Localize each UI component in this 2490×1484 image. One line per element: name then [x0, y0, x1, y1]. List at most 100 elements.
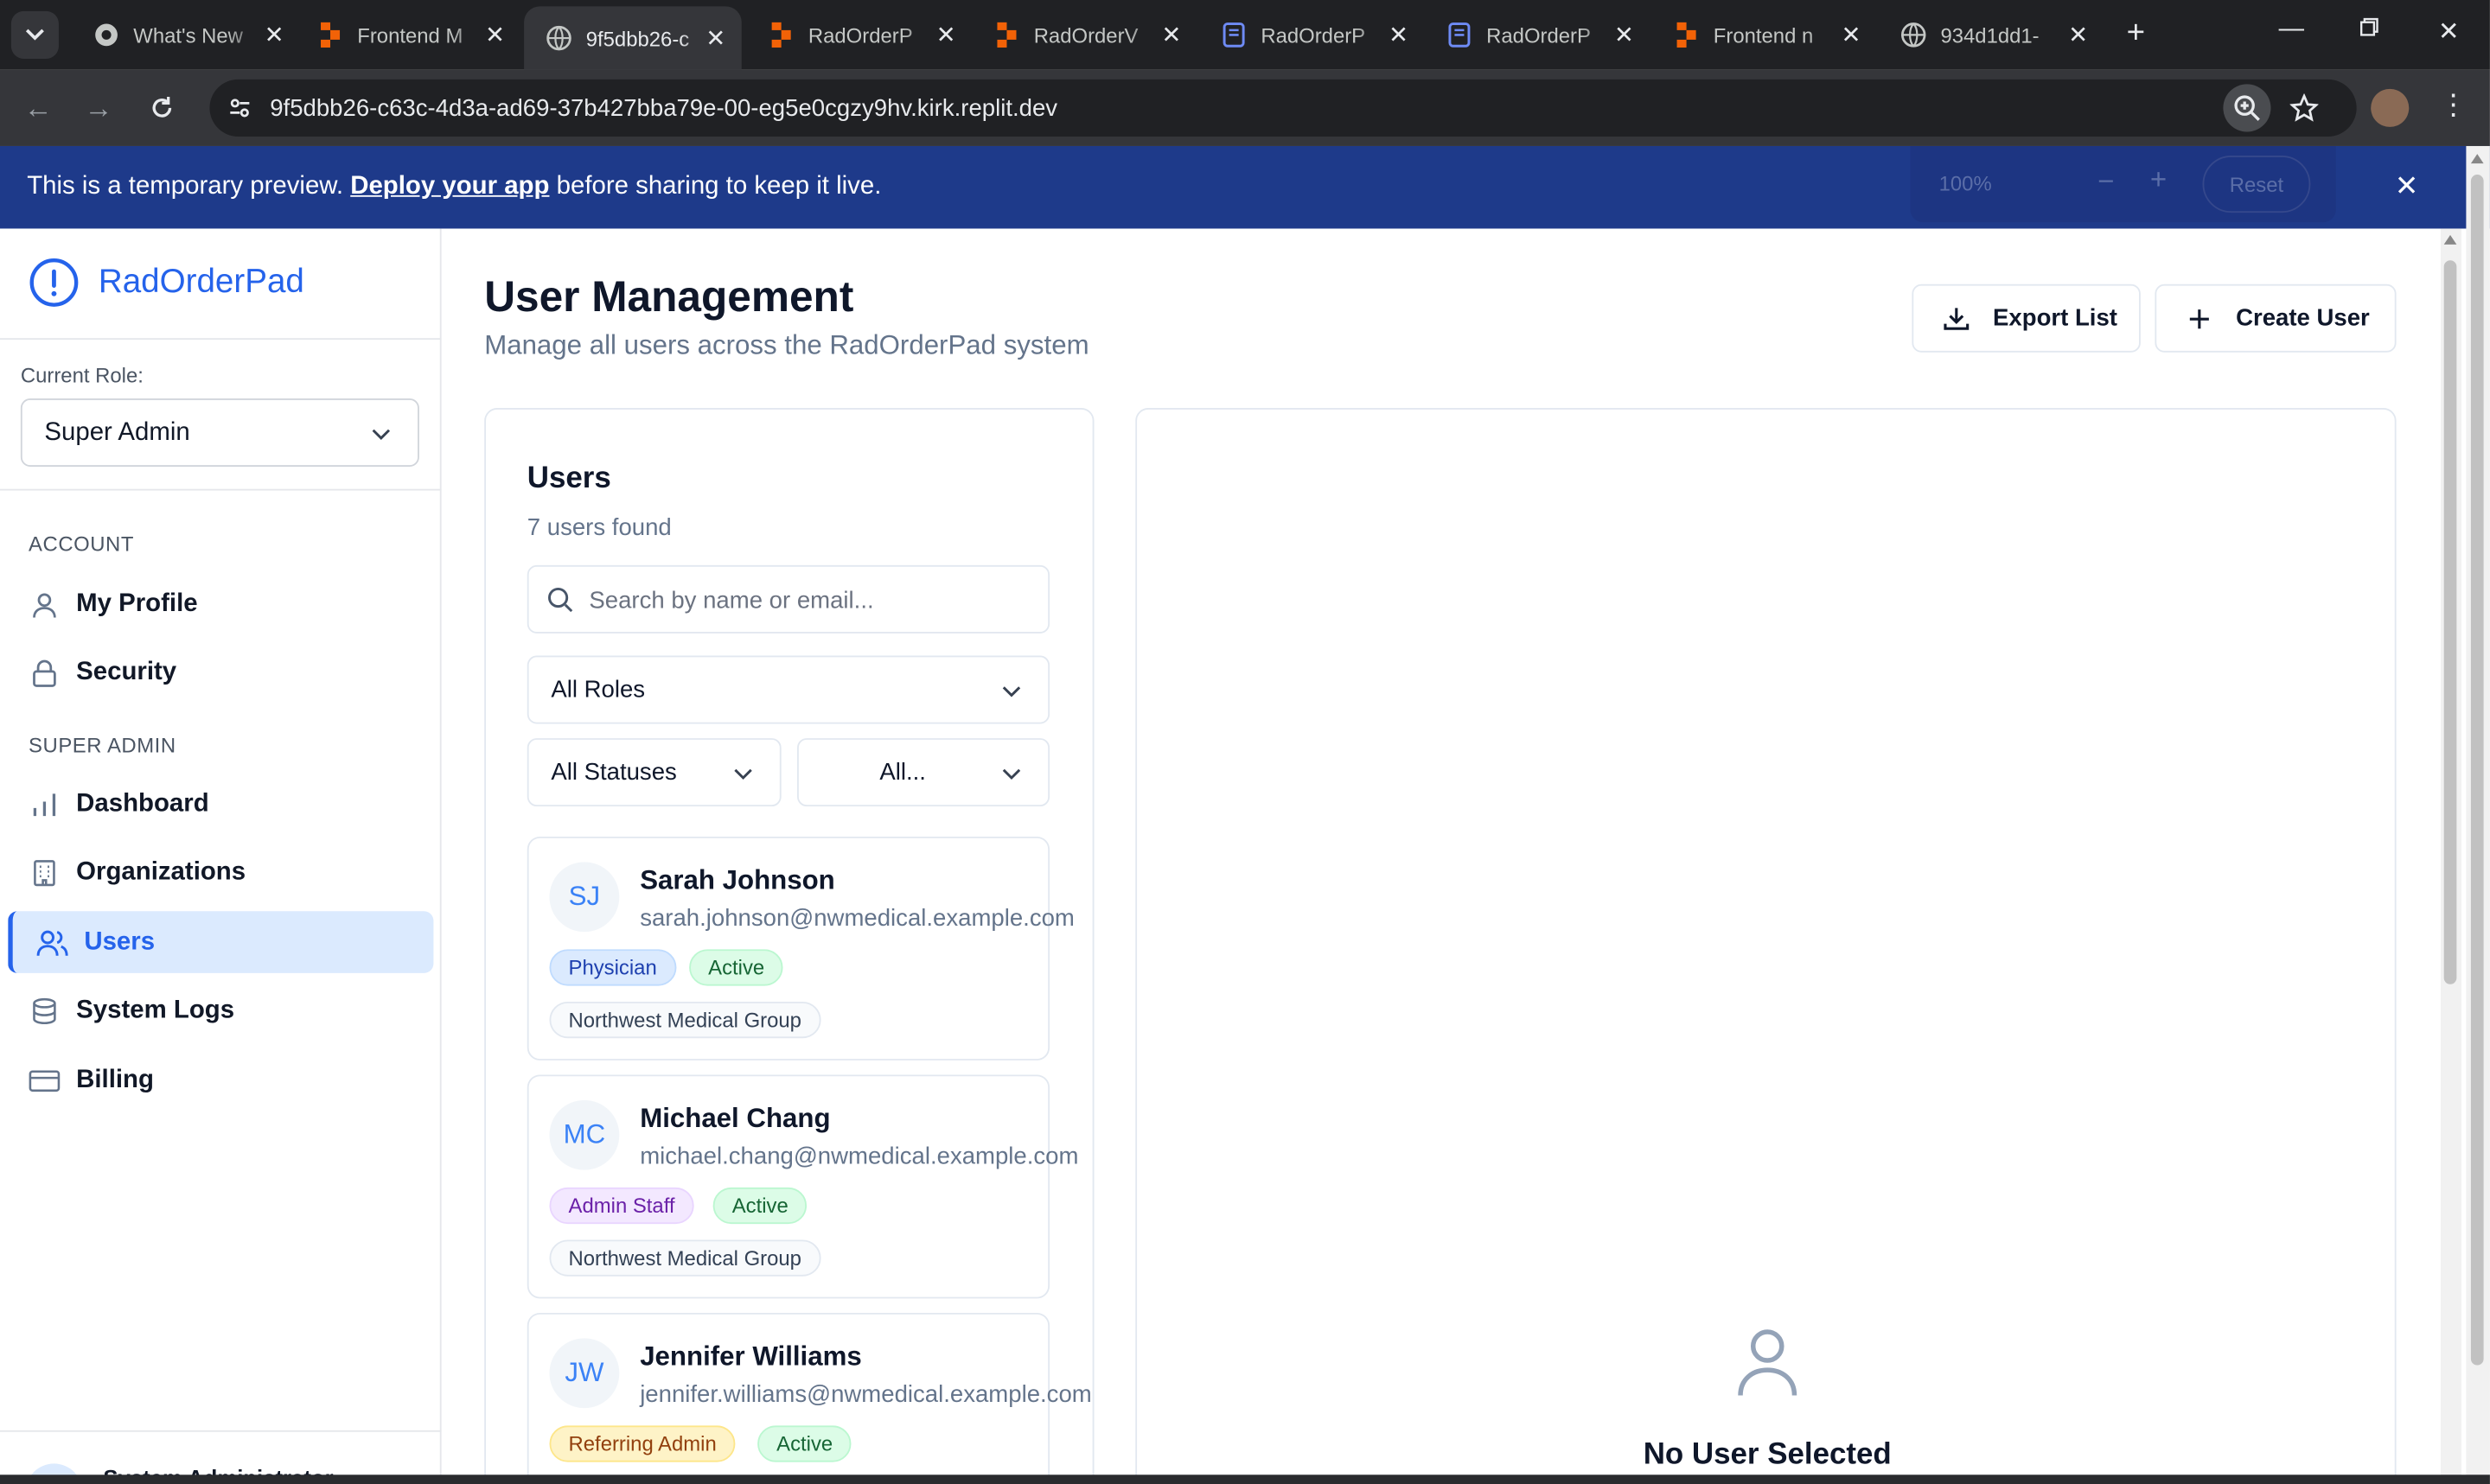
- divider: [0, 488, 442, 491]
- sidebar-item-organizations[interactable]: Organizations: [8, 841, 433, 903]
- role-label: Current Role:: [20, 363, 144, 388]
- zoom-reset-button[interactable]: Reset: [2202, 155, 2311, 213]
- reload-button[interactable]: [143, 89, 181, 127]
- organization-badge: Northwest Medical Group: [549, 1001, 820, 1039]
- browser-tab[interactable]: RadOrderP ✕: [746, 10, 972, 61]
- create-user-button[interactable]: Create User: [2155, 283, 2397, 353]
- role-badge: Referring Admin: [549, 1425, 736, 1462]
- sidebar-item-dashboard[interactable]: Dashboard: [8, 773, 433, 835]
- deploy-app-link[interactable]: Deploy your app: [350, 173, 549, 200]
- super-admin-section-label: SUPER ADMIN: [29, 733, 176, 758]
- sidebar-item-users[interactable]: Users: [8, 911, 434, 973]
- alert-circle-icon: [29, 258, 79, 307]
- minimize-button[interactable]: —: [2272, 16, 2310, 44]
- close-tab-icon[interactable]: ✕: [1614, 21, 1634, 49]
- restore-button[interactable]: [2350, 16, 2388, 44]
- export-list-button[interactable]: Export List: [1912, 283, 2141, 353]
- close-tab-icon[interactable]: ✕: [1389, 21, 1408, 49]
- back-button[interactable]: ←: [19, 89, 57, 127]
- browser-tab[interactable]: RadOrderP ✕: [1199, 10, 1425, 61]
- profile-avatar[interactable]: [2371, 88, 2410, 127]
- bottom-strip: [0, 1474, 2490, 1484]
- users-panel: Users 7 users found All Roles All Status…: [484, 408, 1095, 1484]
- users-panel-title: Users: [527, 462, 611, 496]
- tab-title: 934d1dd1-: [1940, 22, 2040, 48]
- plus-icon: [2185, 304, 2213, 333]
- sidebar-item-label: Users: [84, 927, 156, 955]
- search-box[interactable]: [527, 564, 1050, 634]
- url-text: 9f5dbb26-c63c-4d3a-ad69-37b427bba79e-00-…: [270, 94, 1058, 122]
- browser-menu-icon[interactable]: ⋮: [2439, 89, 2468, 123]
- restore-icon: [2359, 17, 2378, 36]
- doc-icon: [1446, 22, 1472, 48]
- zoom-icon[interactable]: [2223, 84, 2271, 132]
- organization-filter-select[interactable]: All...: [797, 738, 1050, 807]
- close-tab-icon[interactable]: ✕: [1842, 21, 1861, 49]
- close-tab-icon[interactable]: ✕: [485, 21, 505, 49]
- browser-tab[interactable]: 9f5dbb26-c ✕: [524, 6, 742, 70]
- divider: [0, 338, 442, 341]
- tab-title: What's New: [133, 22, 243, 48]
- sidebar-item-my-profile[interactable]: My Profile: [8, 573, 433, 635]
- forward-button[interactable]: →: [80, 89, 118, 127]
- chevron-down-icon: [372, 429, 391, 441]
- status-badge: Active: [689, 949, 784, 986]
- doc-icon: [1221, 22, 1246, 48]
- page-scrollbar[interactable]: [2441, 228, 2461, 1484]
- status-filter-select[interactable]: All Statuses: [527, 738, 782, 807]
- close-tab-icon[interactable]: ✕: [1161, 21, 1181, 49]
- role-filter-value: All Roles: [551, 676, 646, 704]
- user-list-item[interactable]: JW Jennifer Williams jennifer.williams@nwm…: [527, 1312, 1092, 1484]
- search-input[interactable]: [589, 583, 1034, 618]
- close-tab-icon[interactable]: ✕: [265, 21, 284, 49]
- user-list-item[interactable]: SJ Sarah Johnson sarah.johnson@nwmedical.e…: [527, 836, 1075, 1060]
- site-info-icon[interactable]: [226, 93, 254, 122]
- role-filter-select[interactable]: All Roles: [527, 655, 1050, 724]
- sidebar-item-system-logs[interactable]: System Logs: [8, 979, 433, 1041]
- browser-tab[interactable]: Frontend M ✕: [296, 10, 521, 61]
- role-value: Super Admin: [44, 417, 190, 446]
- close-tab-icon[interactable]: ✕: [936, 21, 956, 49]
- organization-badge: Northwest Medical Group: [549, 1239, 820, 1277]
- browser-tab[interactable]: Frontend n ✕: [1651, 10, 1877, 61]
- close-tab-icon[interactable]: ✕: [706, 24, 725, 52]
- close-tab-icon[interactable]: ✕: [2068, 21, 2088, 49]
- account-section-label: ACCOUNT: [29, 532, 135, 556]
- new-tab-button[interactable]: +: [2116, 15, 2155, 53]
- status-badge: Active: [757, 1425, 852, 1462]
- browser-tab[interactable]: RadOrderP ✕: [1425, 10, 1650, 61]
- browser-tab[interactable]: 934d1dd1- ✕: [1879, 10, 2104, 61]
- users-count: 7 users found: [527, 514, 672, 542]
- zoom-in-button[interactable]: +: [2150, 163, 2167, 197]
- search-icon: [548, 587, 573, 613]
- close-window-button[interactable]: ✕: [2429, 16, 2468, 48]
- tab-search-button[interactable]: [10, 10, 59, 59]
- user-email: sarah.johnson@nwmedical.example.com: [640, 904, 1075, 933]
- org-filter-value: All...: [879, 758, 926, 787]
- replit-icon: [994, 22, 1019, 48]
- role-select[interactable]: Super Admin: [20, 398, 419, 467]
- bookmark-star-icon[interactable]: [2281, 84, 2328, 131]
- sidebar-item-billing[interactable]: Billing: [8, 1049, 433, 1111]
- tab-title: RadOrderP: [1261, 22, 1366, 48]
- user-email: michael.chang@nwmedical.example.com: [640, 1143, 1079, 1170]
- user-icon: [1738, 1329, 1797, 1396]
- user-name: Jennifer Williams: [640, 1341, 862, 1372]
- database-icon: [29, 995, 61, 1027]
- browser-tab[interactable]: What's New ✕: [72, 10, 300, 61]
- chevron-down-icon: [734, 768, 752, 780]
- chrome-icon: [93, 22, 118, 48]
- credit-card-icon: [29, 1065, 61, 1097]
- brand[interactable]: RadOrderPad: [29, 258, 304, 309]
- browser-tab[interactable]: RadOrderV ✕: [972, 10, 1197, 61]
- user-list-item[interactable]: MC Michael Chang michael.chang@nwmedical.e…: [527, 1074, 1078, 1299]
- sidebar-item-security[interactable]: Security: [8, 641, 433, 704]
- page-title: User Management: [484, 272, 854, 322]
- tab-title: 9f5dbb26-c: [585, 26, 690, 50]
- globe-icon: [1900, 22, 1926, 48]
- address-bar[interactable]: 9f5dbb26-c63c-4d3a-ad69-37b427bba79e-00-…: [209, 79, 2357, 137]
- outer-scrollbar[interactable]: [2466, 145, 2490, 1484]
- zoom-out-button[interactable]: −: [2097, 165, 2114, 199]
- close-banner-button[interactable]: ✕: [2395, 170, 2419, 204]
- zoom-level: 100%: [1938, 171, 1992, 195]
